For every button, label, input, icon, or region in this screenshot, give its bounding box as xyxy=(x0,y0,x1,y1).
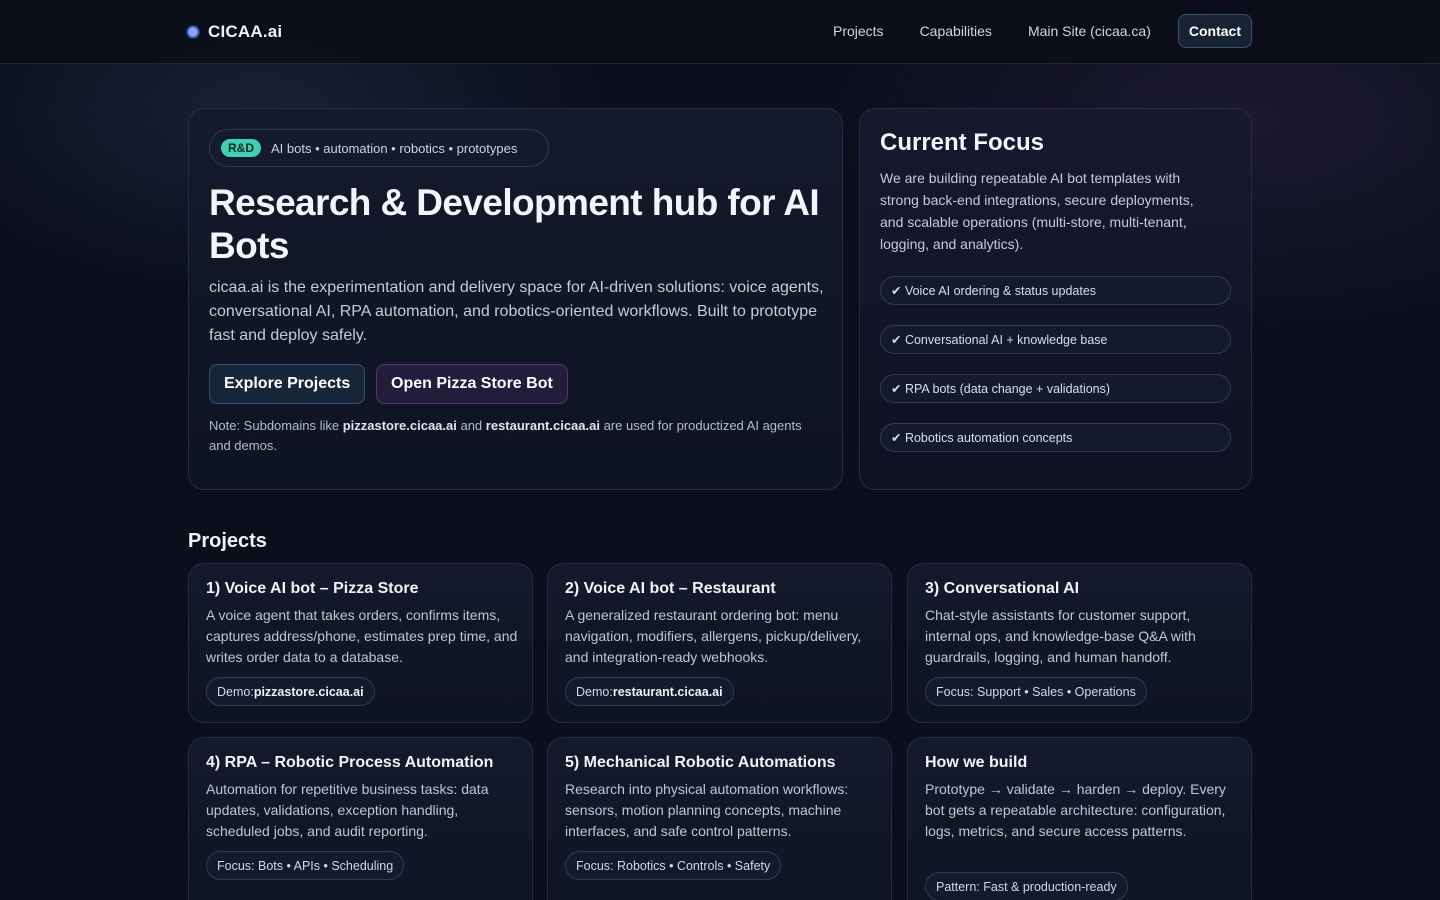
projects-section-title: Projects xyxy=(188,530,267,552)
note-domain-restaurant: restaurant.cicaa.ai xyxy=(485,418,600,433)
note-prefix: Note: Subdomains like xyxy=(209,418,343,433)
tag-domain: pizzastore.cicaa.ai xyxy=(253,684,364,699)
tag-domain: restaurant.cicaa.ai xyxy=(612,684,723,699)
focus-item-rpa: ✔ RPA bots (data change + validations) xyxy=(880,374,1231,403)
top-navbar: CICAA.ai Projects Capabilities Main Site… xyxy=(0,0,1440,64)
project-description: A generalized restaurant ordering bot: m… xyxy=(565,607,862,665)
hero-tagline-pill: R&D AI bots • automation • robotics • pr… xyxy=(209,129,549,167)
project-card-how-we-build: How we build Prototype → validate → hard… xyxy=(907,737,1252,900)
project-card-conversational-ai: 3) Conversational AI Chat-style assistan… xyxy=(907,563,1252,723)
project-description: Chat-style assistants for customer suppo… xyxy=(925,607,1196,665)
focus-item-robotics: ✔ Robotics automation concepts xyxy=(880,423,1231,452)
hero-card: R&D AI bots • automation • robotics • pr… xyxy=(188,108,843,490)
project-card-restaurant: 2) Voice AI bot – Restaurant A generaliz… xyxy=(547,563,892,723)
hero-note: Note: Subdomains like pizzastore.cicaa.a… xyxy=(209,416,809,456)
project-pattern-tag: Pattern: Fast & production-ready xyxy=(925,872,1128,900)
project-demo-link[interactable]: Demo: pizzastore.cicaa.ai xyxy=(206,677,375,706)
current-focus-card: Current Focus We are building repeatable… xyxy=(859,108,1252,490)
open-pizza-bot-button[interactable]: Open Pizza Store Bot xyxy=(376,364,568,404)
project-card-robotics: 5) Mechanical Robotic Automations Resear… xyxy=(547,737,892,900)
explore-projects-button[interactable]: Explore Projects xyxy=(209,364,366,404)
brand-name: CICAA.ai xyxy=(208,22,283,41)
project-title: 3) Conversational AI xyxy=(925,580,1080,597)
main-nav: Projects Capabilities Main Site (cicaa.c… xyxy=(833,14,1252,48)
brand-dot-icon xyxy=(186,25,200,39)
nav-link-main-site[interactable]: Main Site (cicaa.ca) xyxy=(1028,23,1151,39)
project-card-pizza-store: 1) Voice AI bot – Pizza Store A voice ag… xyxy=(188,563,533,723)
hero-tagline-text: AI bots • automation • robotics • protot… xyxy=(271,140,518,156)
project-demo-link[interactable]: Demo: restaurant.cicaa.ai xyxy=(565,677,734,706)
project-focus-tag: Focus: Robotics • Controls • Safety xyxy=(565,851,782,880)
focus-description: We are building repeatable AI bot templa… xyxy=(880,170,1194,252)
project-description: Automation for repetitive business tasks… xyxy=(206,781,489,839)
focus-item-voice-ai: ✔ Voice AI ordering & status updates xyxy=(880,276,1231,305)
tag-prefix: Demo: xyxy=(217,684,254,699)
tag-prefix: Demo: xyxy=(576,684,613,699)
note-domain-pizzastore: pizzastore.cicaa.ai xyxy=(342,418,457,433)
project-title: 4) RPA – Robotic Process Automation xyxy=(206,754,494,771)
project-card-rpa: 4) RPA – Robotic Process Automation Auto… xyxy=(188,737,533,900)
hero-title: Research & Development hub for AI Bots xyxy=(209,182,820,266)
project-title: 1) Voice AI bot – Pizza Store xyxy=(206,580,419,597)
focus-title: Current Focus xyxy=(880,129,1045,156)
nav-link-projects[interactable]: Projects xyxy=(833,23,884,39)
focus-item-conversational-ai: ✔ Conversational AI + knowledge base xyxy=(880,325,1231,354)
project-title: How we build xyxy=(925,754,1028,771)
project-description: Prototype → validate → harden → deploy. … xyxy=(925,781,1226,839)
brand-logo[interactable]: CICAA.ai xyxy=(186,22,282,42)
nav-link-capabilities[interactable]: Capabilities xyxy=(920,23,992,39)
note-mid: and xyxy=(456,418,486,433)
project-description: A voice agent that takes orders, confirm… xyxy=(206,607,518,665)
contact-button[interactable]: Contact xyxy=(1177,14,1252,48)
rd-badge: R&D xyxy=(221,139,261,157)
hero-description: cicaa.ai is the experimentation and deli… xyxy=(209,279,824,344)
project-title: 2) Voice AI bot – Restaurant xyxy=(565,580,776,597)
project-title: 5) Mechanical Robotic Automations xyxy=(565,754,836,771)
project-focus-tag: Focus: Support • Sales • Operations xyxy=(925,677,1147,706)
project-description: Research into physical automation workfl… xyxy=(565,781,849,839)
project-focus-tag: Focus: Bots • APIs • Scheduling xyxy=(206,851,405,880)
